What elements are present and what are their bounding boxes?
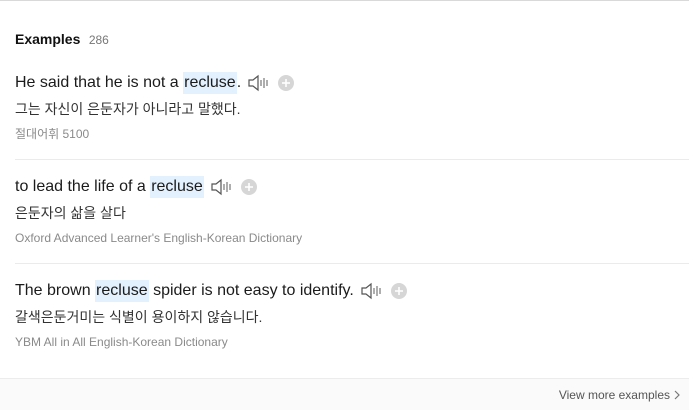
highlighted-term[interactable]: recluse	[150, 176, 204, 198]
sentence-text-after: .	[236, 74, 242, 91]
sentence-text-after: spider is not easy to identify.	[148, 282, 354, 299]
example-sentence: He said that he is not a recluse.	[15, 72, 689, 94]
view-more-examples-link[interactable]: View more examples	[559, 388, 680, 402]
example-source[interactable]: Oxford Advanced Learner's English-Korean…	[15, 230, 689, 246]
example-source[interactable]: 절대어휘 5100	[15, 126, 689, 142]
example-sentence: to lead the life of a recluse	[15, 176, 689, 198]
plus-circle-icon[interactable]	[390, 282, 408, 300]
highlighted-term[interactable]: recluse	[95, 280, 149, 302]
speaker-icon[interactable]	[247, 74, 271, 92]
example-item: The brown recluse spider is not easy to …	[15, 280, 689, 350]
example-item: He said that he is not a recluse. 그는 자신이…	[15, 72, 689, 142]
top-border	[0, 0, 689, 1]
sentence-text-before: The brown	[15, 282, 96, 299]
plus-circle-icon[interactable]	[277, 74, 295, 92]
sentence-text-before: to lead the life of a	[15, 178, 151, 195]
plus-circle-icon[interactable]	[240, 178, 258, 196]
highlighted-term[interactable]: recluse	[183, 72, 237, 94]
examples-count: 286	[88, 33, 109, 47]
view-more-label: View more examples	[558, 388, 670, 402]
speaker-icon[interactable]	[210, 178, 234, 196]
example-translation: 은둔자의 삶을 살다	[15, 205, 126, 221]
examples-title: Examples	[15, 31, 81, 47]
example-sentence: The brown recluse spider is not easy to …	[15, 280, 689, 302]
divider	[15, 263, 689, 264]
sentence-text-before: He said that he is not a	[15, 74, 184, 91]
example-item: to lead the life of a recluse 은둔자의 삶을 살다…	[15, 176, 689, 246]
examples-footer: View more examples	[0, 378, 689, 410]
chevron-right-icon	[674, 390, 680, 400]
speaker-icon[interactable]	[360, 282, 384, 300]
example-translation: 그는 자신이 은둔자가 아니라고 말했다.	[15, 101, 241, 117]
examples-header: Examples 286	[15, 31, 109, 49]
divider	[15, 159, 689, 160]
example-translation: 갈색은둔거미는 식별이 용이하지 않습니다.	[15, 309, 263, 325]
example-source[interactable]: YBM All in All English-Korean Dictionary	[15, 334, 689, 350]
